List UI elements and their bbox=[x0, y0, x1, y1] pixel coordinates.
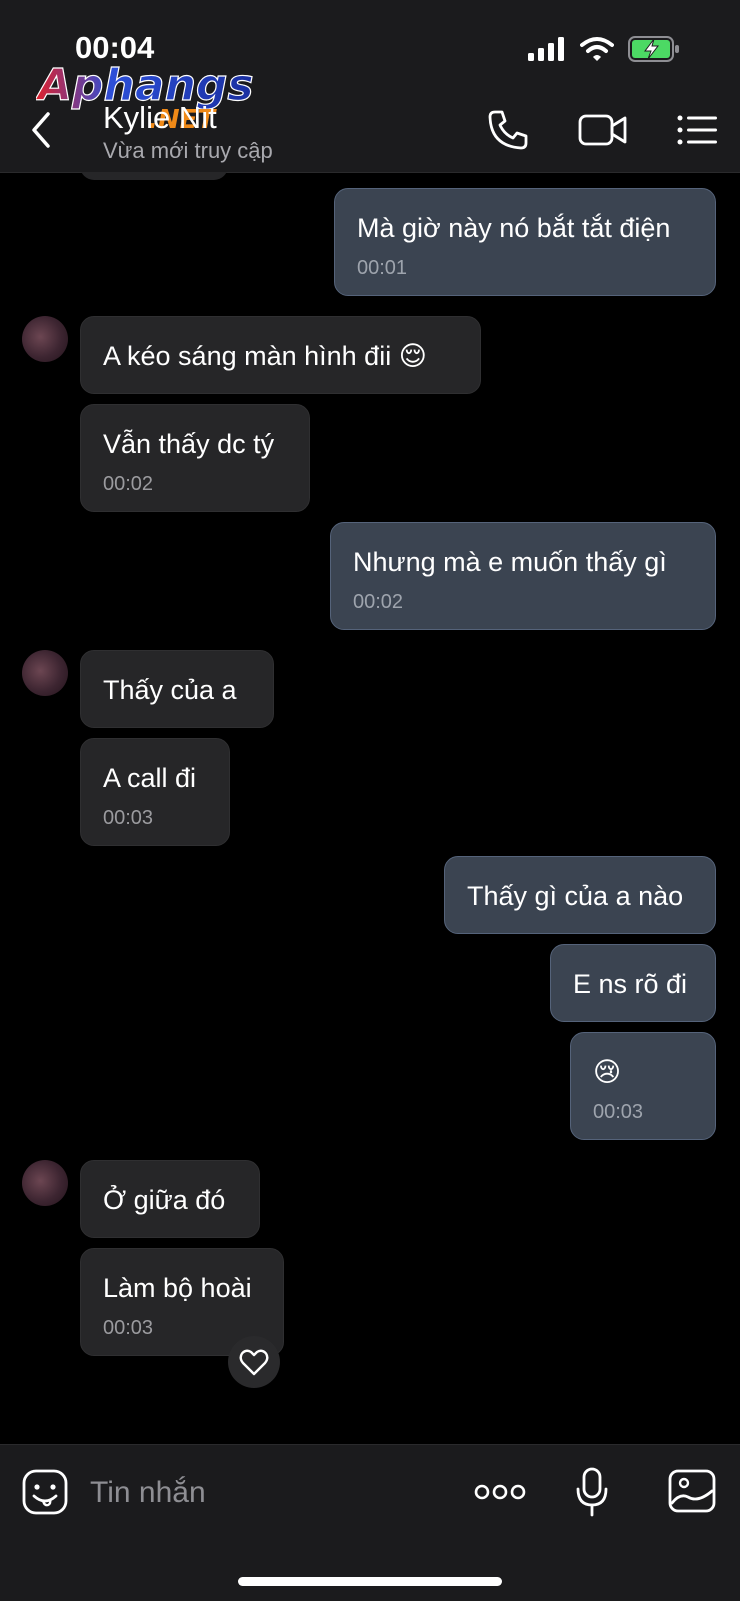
message-text: A kéo sáng màn hình đii 😌 bbox=[103, 341, 427, 371]
avatar[interactable] bbox=[22, 316, 68, 362]
message-emoji: 😢 bbox=[593, 1057, 622, 1087]
message-text: Thấy gì của a nào bbox=[467, 881, 684, 911]
avatar[interactable] bbox=[22, 650, 68, 696]
message-time: 00:03 bbox=[103, 807, 154, 829]
avatar[interactable] bbox=[22, 1160, 68, 1206]
message-bubble-incoming[interactable]: A kéo sáng màn hình đii 😌 bbox=[80, 316, 481, 394]
message-bubble-incoming[interactable]: A call đi 00:03 bbox=[80, 738, 230, 846]
battery-charging-icon bbox=[628, 36, 679, 62]
message-text: Nhưng mà e muốn thấy gì bbox=[353, 547, 667, 577]
message-bubble-outgoing[interactable]: Mà giờ này nó bắt tắt điện 00:01 bbox=[334, 188, 716, 296]
sticker-face-icon[interactable] bbox=[22, 1469, 68, 1515]
message-time: 00:01 bbox=[357, 257, 408, 279]
top-bar: 00:04 Aphangs .NET Kylie Nit Vừa mới tru… bbox=[0, 0, 740, 173]
message-input[interactable] bbox=[88, 1469, 432, 1517]
previous-message-bubble bbox=[80, 172, 228, 180]
message-time: 00:03 bbox=[593, 1101, 644, 1123]
video-camera-icon[interactable] bbox=[578, 108, 628, 152]
message-bubble-outgoing[interactable]: 😢 00:03 bbox=[570, 1032, 716, 1140]
message-bubble-outgoing[interactable]: Nhưng mà e muốn thấy gì 00:02 bbox=[330, 522, 716, 630]
status-icons bbox=[528, 34, 680, 64]
message-text: Ở giữa đó bbox=[103, 1185, 226, 1215]
message-text: Vẫn thấy dc tý bbox=[103, 429, 275, 459]
back-button[interactable] bbox=[26, 110, 58, 150]
phone-icon[interactable] bbox=[486, 108, 530, 152]
message-time: 00:03 bbox=[103, 1317, 154, 1339]
message-bubble-incoming[interactable]: Ở giữa đó bbox=[80, 1160, 260, 1238]
list-icon[interactable] bbox=[676, 108, 718, 152]
react-heart-button[interactable] bbox=[228, 1336, 280, 1388]
message-time: 00:02 bbox=[103, 473, 154, 495]
home-indicator[interactable] bbox=[238, 1577, 502, 1586]
heart-icon bbox=[239, 1349, 269, 1376]
chat-area[interactable]: Mà giờ này nó bắt tắt điện 00:01 A kéo s… bbox=[0, 172, 740, 1442]
signal-icon bbox=[528, 37, 564, 61]
message-input-bar bbox=[0, 1444, 740, 1601]
message-bubble-incoming[interactable]: Thấy của a bbox=[80, 650, 274, 728]
message-text: Thấy của a bbox=[103, 675, 237, 705]
message-text: E ns rõ đi bbox=[573, 969, 688, 999]
image-icon[interactable] bbox=[668, 1469, 716, 1513]
more-dots-icon[interactable] bbox=[474, 1475, 526, 1509]
contact-name[interactable]: Kylie Nit bbox=[103, 100, 217, 136]
message-text: A call đi bbox=[103, 763, 197, 793]
wifi-icon bbox=[580, 37, 614, 61]
message-bubble-incoming[interactable]: Vẫn thấy dc tý 00:02 bbox=[80, 404, 310, 512]
message-time: 00:02 bbox=[353, 591, 404, 613]
message-text: Mà giờ này nó bắt tắt điện bbox=[357, 213, 671, 243]
microphone-icon[interactable] bbox=[574, 1467, 610, 1517]
message-bubble-outgoing[interactable]: E ns rõ đi bbox=[550, 944, 716, 1022]
message-bubble-outgoing[interactable]: Thấy gì của a nào bbox=[444, 856, 716, 934]
contact-status: Vừa mới truy cập bbox=[103, 138, 273, 163]
message-text: Làm bộ hoài bbox=[103, 1273, 252, 1303]
